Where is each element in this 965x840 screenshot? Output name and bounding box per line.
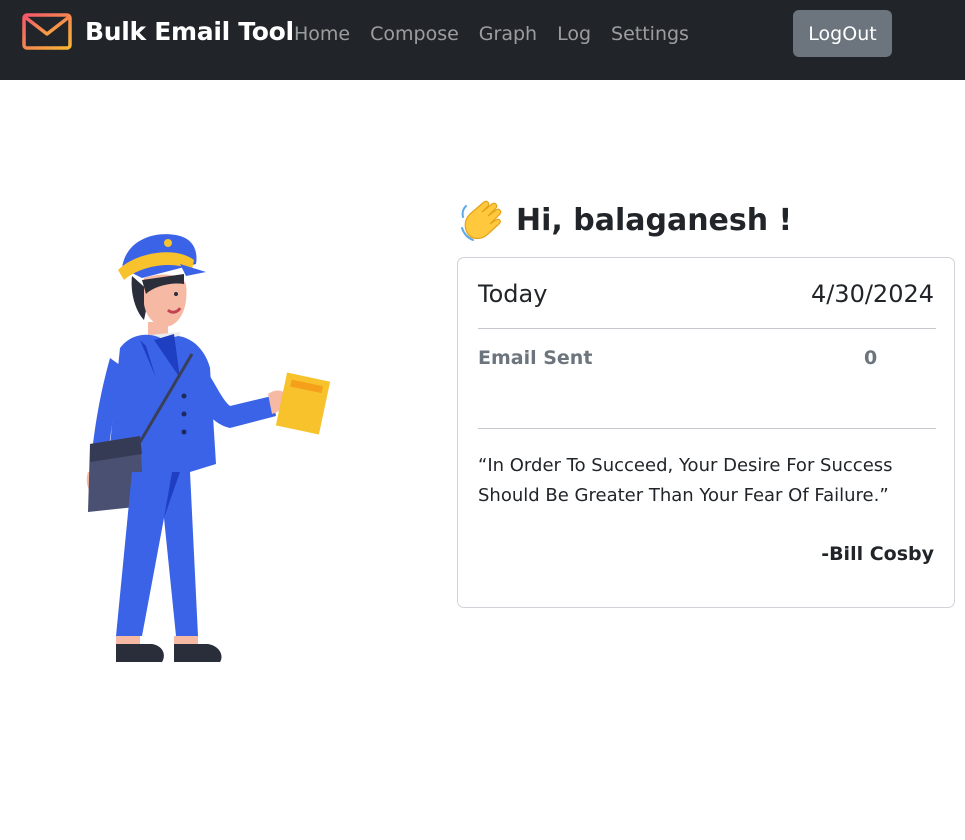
email-sent-count: 0 [864,347,878,369]
current-date: 4/30/2024 [810,280,934,308]
nav-link-log[interactable]: Log [557,22,591,46]
brand-name: Bulk Email Tool [85,17,294,46]
nav-link-graph[interactable]: Graph [479,22,537,46]
greeting-text: Hi, balaganesh ! [516,202,793,238]
postman-illustration [86,234,331,662]
quote-author: -Bill Cosby [821,543,934,565]
top-navbar: Bulk Email Tool Home Compose Graph Log S… [0,0,965,80]
today-label: Today [478,280,548,308]
card-divider [478,428,936,429]
nav-link-compose[interactable]: Compose [370,22,459,46]
nav-links: Home Compose Graph Log Settings [294,22,709,46]
envelope-icon [22,13,72,50]
nav-link-home[interactable]: Home [294,22,350,46]
logout-button[interactable]: LogOut [793,10,892,57]
nav-link-settings[interactable]: Settings [611,22,689,46]
card-divider [478,328,936,329]
email-sent-label: Email Sent [478,347,593,369]
brand-link[interactable]: Bulk Email Tool [22,13,294,50]
waving-hand-icon [461,200,502,241]
greeting: Hi, balaganesh ! [460,198,792,242]
quote-text: “In Order To Succeed, Your Desire For Su… [478,455,893,506]
summary-card: Today 4/30/2024 Email Sent 0 “In Order T… [457,257,955,608]
